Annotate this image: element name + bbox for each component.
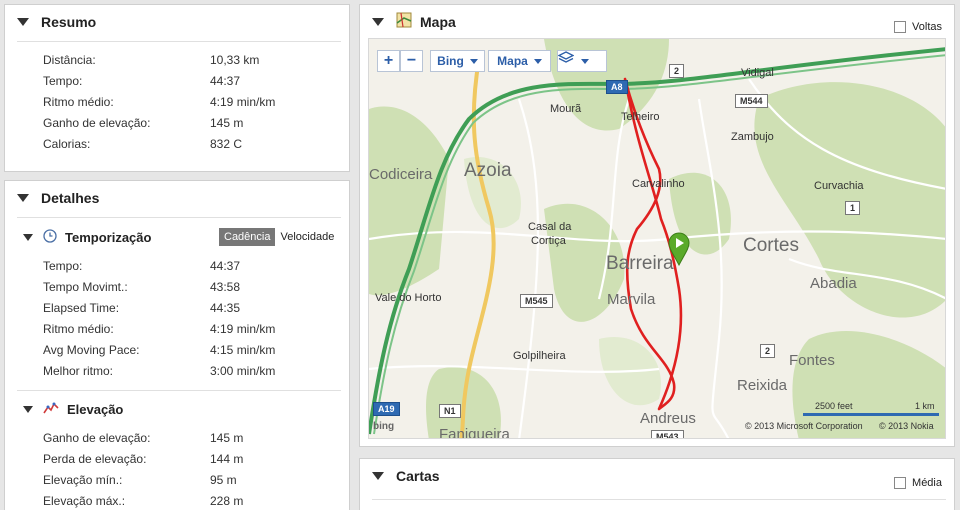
laps-label: Voltas (912, 21, 942, 33)
summary-row: Calorias: 832 C (43, 136, 243, 151)
place-label: Mourã (550, 103, 582, 115)
place-label: Azoia (464, 160, 512, 181)
scale-bar (869, 413, 939, 416)
summary-row: Ritmo médio: 4:19 min/km (43, 94, 276, 109)
elevation-chart-icon (43, 401, 59, 418)
road-shield: 2 (760, 344, 776, 358)
map-provider-label: Bing (437, 54, 464, 68)
road-shield: M544 (735, 94, 768, 108)
summary-row: Tempo: 44:37 (43, 73, 241, 88)
place-label: Curvachia (814, 180, 864, 192)
road-shield: N1 (439, 404, 461, 418)
attribution-microsoft: © 2013 Microsoft Corporation (745, 421, 863, 431)
timing-title: Temporização (65, 229, 152, 245)
elevation-row: Perda de elevação: 144 m (43, 451, 244, 466)
place-label: Codiceira (369, 166, 433, 183)
place-label: Abadia (810, 275, 857, 292)
road-shield: 1 (845, 201, 861, 215)
place-label: Cortes (743, 235, 799, 256)
summary-row: Ganho de elevação: 145 m (43, 115, 244, 130)
summary-row: Distância: 10,33 km (43, 52, 260, 67)
zoom-in-button[interactable]: + (377, 50, 400, 72)
map-header[interactable]: Mapa (360, 5, 954, 38)
place-label: Vale do Horto (375, 292, 442, 304)
map-title: Mapa (420, 13, 456, 30)
collapse-triangle-icon[interactable] (17, 18, 29, 26)
cadence-toggle-button[interactable]: Cadência (219, 228, 276, 246)
road-shield: M543 (651, 430, 684, 438)
pace-toggle[interactable]: Cadência Velocidade (219, 227, 339, 247)
attribution-nokia: © 2013 Nokia (879, 421, 934, 431)
timing-row: Avg Moving Pace: 4:15 min/km (43, 342, 276, 357)
summary-panel: Resumo Distância: 10,33 km Tempo: 44:37 Ri… (4, 4, 350, 172)
bing-logo: bing (373, 421, 395, 432)
place-label: Cortiça (531, 235, 566, 247)
place-label: Golpilheira (513, 350, 566, 362)
route-map[interactable]: Mourã Telheiro Vidigal Zambujo Codiceira… (368, 38, 946, 439)
timing-row: Tempo: 44:37 (43, 258, 241, 273)
collapse-triangle-icon[interactable] (23, 233, 33, 241)
place-label: Barreira (606, 253, 674, 274)
scale-feet-label: 2500 feet (815, 401, 853, 411)
speed-toggle-button[interactable]: Velocidade (275, 228, 339, 246)
collapse-triangle-icon[interactable] (372, 472, 384, 480)
place-label: Marvila (607, 291, 656, 308)
place-label: Reixida (737, 377, 788, 394)
map-canvas (369, 39, 945, 438)
place-label: Zambujo (731, 131, 774, 143)
map-layers-dropdown[interactable] (557, 50, 607, 72)
map-type-dropdown[interactable]: Mapa (488, 50, 551, 72)
average-label: Média (912, 477, 942, 489)
laps-checkbox-box[interactable] (894, 21, 907, 33)
zoom-out-button[interactable]: − (400, 50, 423, 72)
details-title: Detalhes (41, 190, 100, 206)
road-shield: A19 (373, 402, 400, 416)
summary-header[interactable]: Resumo (5, 5, 349, 39)
place-label: Carvalinho (632, 178, 685, 190)
place-label: Vidigal (741, 67, 774, 79)
details-header[interactable]: Detalhes (5, 181, 349, 215)
summary-title: Resumo (41, 14, 97, 30)
chevron-down-icon (581, 58, 589, 64)
charts-title: Cartas (396, 468, 440, 484)
charts-header[interactable]: Cartas (360, 459, 954, 493)
place-label: Andreus (640, 410, 696, 427)
road-shield: M545 (520, 294, 553, 308)
map-type-label: Mapa (497, 54, 528, 68)
details-panel: Detalhes Temporização Cadência Velocidad… (4, 180, 350, 510)
chevron-down-icon (533, 58, 542, 64)
timing-row: Tempo Movimt.: 43:58 (43, 279, 241, 294)
average-checkbox-box[interactable] (894, 477, 907, 489)
map-provider-dropdown[interactable]: Bing (430, 50, 485, 72)
elevation-header[interactable]: Elevação (23, 398, 123, 420)
charts-panel: Cartas Média (359, 458, 955, 510)
road-shield: A8 (606, 80, 628, 94)
average-checkbox[interactable]: Média (894, 477, 942, 489)
chevron-down-icon (469, 58, 478, 64)
map-panel: Mapa Voltas Mourã Telheiro Vidigal Zambu… (359, 4, 955, 447)
timing-row: Ritmo médio: 4:19 min/km (43, 321, 276, 336)
elevation-row: Elevação máx.: 228 m (43, 493, 244, 508)
layers-icon (558, 51, 574, 63)
clock-icon (43, 228, 57, 246)
collapse-triangle-icon[interactable] (23, 405, 33, 413)
elevation-row: Elevação mín.: 95 m (43, 472, 237, 487)
elevation-title: Elevação (67, 401, 124, 417)
elevation-row: Ganho de elevação: 145 m (43, 430, 244, 445)
collapse-triangle-icon[interactable] (17, 194, 29, 202)
scale-km-label: 1 km (915, 401, 935, 411)
collapse-triangle-icon[interactable] (372, 17, 384, 26)
place-label: Casal da (528, 221, 572, 233)
timing-header[interactable]: Temporização (23, 226, 151, 248)
place-label: Faniqueira (439, 426, 510, 439)
place-label: Fontes (789, 352, 835, 369)
timing-row: Elapsed Time: 44:35 (43, 300, 241, 315)
laps-checkbox[interactable]: Voltas (894, 21, 942, 33)
timing-row: Melhor ritmo: 3:00 min/km (43, 363, 276, 378)
road-shield: 2 (669, 64, 685, 78)
map-icon (396, 12, 412, 31)
place-label: Telheiro (621, 111, 660, 123)
